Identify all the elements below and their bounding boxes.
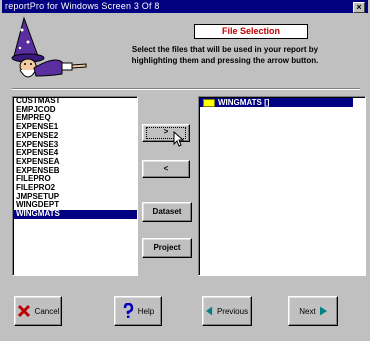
help-button[interactable]: Help [114,296,162,326]
previous-button[interactable]: Previous [202,296,252,326]
selected-file-item[interactable]: WINGMATS [] [200,98,353,107]
cancel-label: Cancel [34,306,60,316]
remove-file-label: < [163,164,169,173]
instructions-line-1: Select the files that will be used in yo… [131,45,319,54]
project-label: Project [153,243,181,252]
left-arrow-icon [205,306,213,316]
remove-file-button[interactable]: < [142,160,190,178]
mouse-pointer-icon [173,131,185,147]
next-label: Next [299,306,316,316]
selected-files-list[interactable]: WINGMATS [] [198,96,366,276]
add-file-button[interactable]: > [142,124,190,147]
question-mark-icon [123,303,134,318]
title-bar[interactable]: reportPro for Windows Screen 3 Of 8 × [2,0,368,13]
instructions-line-2: highlighting them and pressing the arrow… [131,56,319,65]
selected-file-label: WINGMATS [] [218,98,270,107]
project-button[interactable]: Project [142,238,192,258]
help-label: Help [137,306,155,316]
right-arrow-icon [319,306,327,316]
page-heading: File Selection [194,24,308,39]
instructions: Select the files that will be used in yo… [106,44,344,66]
cancel-button[interactable]: Cancel [14,296,62,326]
next-button[interactable]: Next [288,296,338,326]
dataset-button[interactable]: Dataset [142,202,192,222]
wizard-mascot-icon [11,16,87,78]
red-x-icon [17,304,30,318]
dataset-label: Dataset [152,207,182,216]
report-wizard-window: reportPro for Windows Screen 3 Of 8 × Fi… [2,0,368,341]
folder-icon [203,98,215,107]
previous-label: Previous [216,306,249,316]
divider [12,88,360,90]
available-files-list[interactable]: CUSTMAST EMPJCOD EMPREQ EXPENSE1 EXPENSE… [12,96,138,276]
list-item-selected[interactable]: WINGMATS [13,209,137,219]
close-button[interactable]: × [353,2,365,13]
window-title: reportPro for Windows Screen 3 Of 8 [5,1,160,11]
